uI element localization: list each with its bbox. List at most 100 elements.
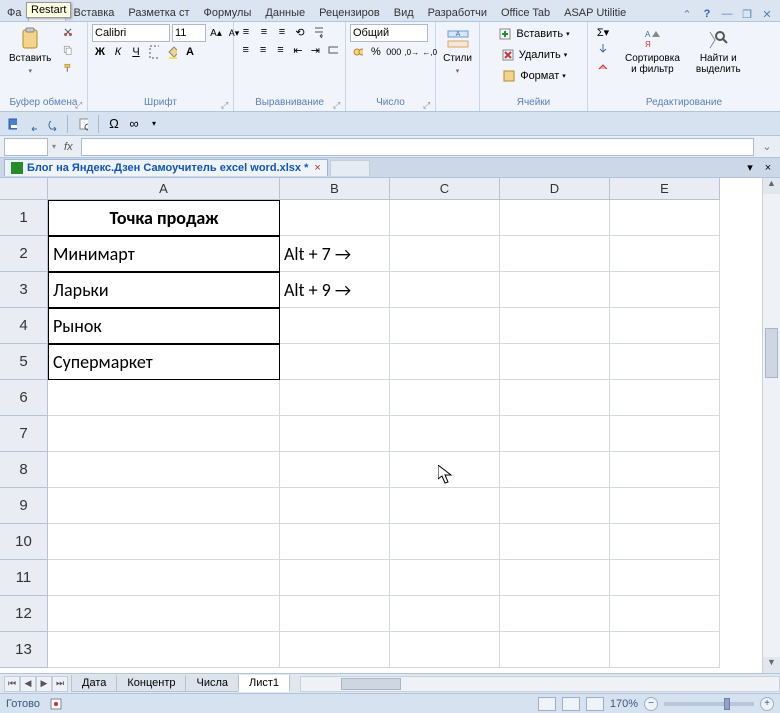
- cell-C3[interactable]: [390, 272, 500, 308]
- view-page-break-button[interactable]: [586, 697, 604, 711]
- zoom-in-button[interactable]: +: [760, 697, 774, 711]
- align-right-button[interactable]: ≡: [273, 42, 288, 58]
- align-top-button[interactable]: ≡: [238, 24, 254, 40]
- tab-insert[interactable]: Вставка: [66, 3, 121, 21]
- cell-A9[interactable]: [48, 488, 280, 524]
- row-header-10[interactable]: 10: [0, 524, 48, 560]
- scroll-up-icon[interactable]: ▲: [763, 178, 780, 194]
- comma-button[interactable]: 000: [386, 44, 402, 60]
- omega-button[interactable]: Ω: [106, 116, 122, 132]
- zoom-out-button[interactable]: −: [644, 697, 658, 711]
- formula-expand-button[interactable]: ⌄: [758, 140, 776, 153]
- cell-E12[interactable]: [610, 596, 720, 632]
- cut-button[interactable]: [60, 24, 76, 40]
- cell-C11[interactable]: [390, 560, 500, 596]
- cell-E9[interactable]: [610, 488, 720, 524]
- tab-view[interactable]: Вид: [387, 3, 421, 21]
- row-header-8[interactable]: 8: [0, 452, 48, 488]
- infinity-button[interactable]: ∞: [126, 116, 142, 132]
- align-center-button[interactable]: ≡: [255, 42, 270, 58]
- cell-E3[interactable]: [610, 272, 720, 308]
- tab-review[interactable]: Рецензиров: [312, 3, 387, 21]
- wrap-text-button[interactable]: [310, 24, 326, 40]
- row-header-3[interactable]: 3: [0, 272, 48, 308]
- cell-B2[interactable]: Alt + 7 →: [280, 236, 390, 272]
- cell-E13[interactable]: [610, 632, 720, 668]
- column-header-B[interactable]: B: [280, 178, 390, 200]
- print-preview-button[interactable]: [75, 116, 91, 132]
- row-header-1[interactable]: 1: [0, 200, 48, 236]
- tab-page-layout[interactable]: Разметка ст: [121, 3, 196, 21]
- window-minimize-icon[interactable]: —: [720, 7, 734, 21]
- number-format-select[interactable]: [350, 24, 428, 42]
- currency-button[interactable]: [350, 44, 366, 60]
- row-header-4[interactable]: 4: [0, 308, 48, 344]
- workbook-tab-empty[interactable]: [330, 160, 370, 176]
- cell-A1[interactable]: Точка продаж: [48, 200, 280, 236]
- tab-data[interactable]: Данные: [258, 3, 312, 21]
- orientation-button[interactable]: ⟲: [292, 24, 308, 40]
- sheet-nav-last-button[interactable]: ⏭: [52, 676, 68, 692]
- row-header-5[interactable]: 5: [0, 344, 48, 380]
- cell-A6[interactable]: [48, 380, 280, 416]
- cell-C12[interactable]: [390, 596, 500, 632]
- font-size-select[interactable]: [172, 24, 206, 42]
- sort-filter-button[interactable]: AЯ Сортировка и фильтр: [620, 24, 685, 78]
- hscroll-thumb[interactable]: [341, 678, 401, 690]
- cell-E11[interactable]: [610, 560, 720, 596]
- view-normal-button[interactable]: [538, 697, 556, 711]
- window-close-icon[interactable]: ✕: [760, 7, 774, 21]
- workbook-tab-menu-button[interactable]: ▾: [742, 160, 758, 176]
- vscroll-thumb[interactable]: [765, 328, 778, 378]
- cell-B13[interactable]: [280, 632, 390, 668]
- fx-icon[interactable]: fx: [60, 141, 77, 153]
- paste-button[interactable]: Вставить ▾: [4, 24, 56, 80]
- formula-input[interactable]: [81, 138, 754, 156]
- cell-D5[interactable]: [500, 344, 610, 380]
- styles-button[interactable]: A Стили ▾: [440, 24, 475, 80]
- cell-D4[interactable]: [500, 308, 610, 344]
- sheet-nav-next-button[interactable]: ▶: [36, 676, 52, 692]
- macro-record-icon[interactable]: [48, 696, 64, 712]
- font-color-button[interactable]: A: [182, 44, 198, 60]
- cell-E8[interactable]: [610, 452, 720, 488]
- row-header-13[interactable]: 13: [0, 632, 48, 668]
- cell-B6[interactable]: [280, 380, 390, 416]
- workbook-tab-close-icon[interactable]: ×: [314, 162, 320, 174]
- cell-D13[interactable]: [500, 632, 610, 668]
- increase-decimal-button[interactable]: ,0→: [404, 44, 420, 60]
- number-dialog-icon[interactable]: ⤢: [423, 100, 433, 110]
- sheet-tab-Лист1[interactable]: Лист1: [238, 675, 290, 692]
- cell-D1[interactable]: [500, 200, 610, 236]
- zoom-slider[interactable]: [664, 702, 754, 706]
- column-header-C[interactable]: C: [390, 178, 500, 200]
- align-middle-button[interactable]: ≡: [256, 24, 272, 40]
- alignment-dialog-icon[interactable]: ⤢: [333, 100, 343, 110]
- row-header-12[interactable]: 12: [0, 596, 48, 632]
- cell-E2[interactable]: [610, 236, 720, 272]
- increase-font-button[interactable]: A▴: [208, 25, 224, 41]
- column-header-E[interactable]: E: [610, 178, 720, 200]
- insert-cells-button[interactable]: Вставить▾: [484, 24, 583, 44]
- align-bottom-button[interactable]: ≡: [274, 24, 290, 40]
- border-button[interactable]: [146, 44, 162, 60]
- percent-button[interactable]: %: [368, 44, 384, 60]
- decrease-indent-button[interactable]: ⇤: [290, 42, 305, 58]
- sheet-tab-Числа[interactable]: Числа: [185, 675, 239, 692]
- format-cells-button[interactable]: Формат▾: [484, 66, 583, 86]
- cell-A10[interactable]: [48, 524, 280, 560]
- cell-B5[interactable]: [280, 344, 390, 380]
- row-header-6[interactable]: 6: [0, 380, 48, 416]
- cell-D2[interactable]: [500, 236, 610, 272]
- cell-E1[interactable]: [610, 200, 720, 236]
- cell-C10[interactable]: [390, 524, 500, 560]
- tab-file[interactable]: Фа: [0, 3, 28, 21]
- font-name-select[interactable]: [92, 24, 170, 42]
- merge-button[interactable]: [325, 42, 341, 58]
- cell-C9[interactable]: [390, 488, 500, 524]
- column-header-A[interactable]: A: [48, 178, 280, 200]
- row-header-2[interactable]: 2: [0, 236, 48, 272]
- cell-A11[interactable]: [48, 560, 280, 596]
- cell-A5[interactable]: Супермаркет: [48, 344, 280, 380]
- fill-button[interactable]: [592, 41, 614, 57]
